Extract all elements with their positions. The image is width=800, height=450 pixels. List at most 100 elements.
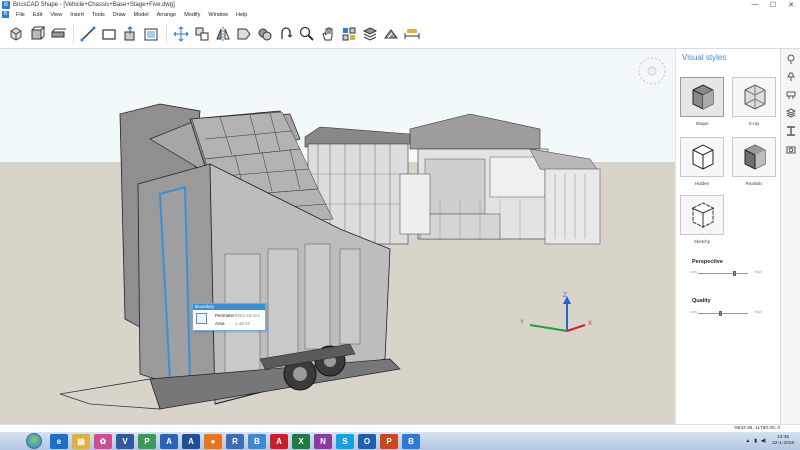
camera-icon[interactable] [785,143,797,155]
window-title: BricsCAD Shape - [Vehicle+Chassis+Base+S… [13,2,175,8]
taskbar-skype-icon[interactable]: S [336,433,354,449]
perspective-low-label: Low [690,270,697,274]
taskbar-explorer-icon[interactable]: ▤ [72,433,90,449]
align-icon[interactable] [234,24,254,44]
boundary-icon [196,313,207,324]
material-icon[interactable] [255,24,275,44]
menu-model[interactable]: Model [130,12,153,18]
taskbar-ie-icon[interactable]: e [50,433,68,449]
cursor-coordinates: -5633.39, 11780.09, 0 [733,426,780,431]
axis-z-label: Z [563,293,567,299]
taskbar-excel-icon[interactable]: X [292,433,310,449]
visual-styles-panel: Visual styles Shape X-ray Hidden Realist… [675,49,780,424]
start-button[interactable] [26,433,42,449]
taskbar-onenote-icon[interactable]: N [314,433,332,449]
maximize-button[interactable]: ☐ [764,1,782,9]
model-viewport[interactable]: Z Y X Boundary Perimeter 8062.43 mm Area… [0,49,675,424]
style-realistic[interactable] [732,137,776,177]
render-icon[interactable] [381,24,401,44]
quality-high-label: High [754,310,762,314]
menu-edit[interactable]: Edit [29,12,46,18]
tray-arrow-icon[interactable]: ▲ [745,439,750,444]
quality-low-label: Low [690,310,697,314]
minimize-button[interactable]: — [746,1,764,9]
lightbulb-icon[interactable] [785,53,797,65]
taskbar-bricscad-icon[interactable]: B [248,433,266,449]
shell-icon[interactable] [141,24,161,44]
status-bar: -5633.39, 11780.09, 0 [0,424,800,432]
mirror-icon[interactable] [213,24,233,44]
pan-icon[interactable] [318,24,338,44]
layers-icon[interactable] [785,107,797,119]
zoom-icon[interactable] [297,24,317,44]
taskbar-settings-icon[interactable]: ✿ [94,433,112,449]
style-hidden[interactable] [680,137,724,177]
panel-sidebar [780,49,800,424]
scene-canvas[interactable]: Z Y X [0,49,675,424]
perspective-slider[interactable] [698,271,748,276]
line-icon[interactable] [78,24,98,44]
taskbar-acrobat-icon[interactable]: A [270,433,288,449]
view-compass [638,57,666,85]
taskbar-apps: e ▤ ✿ V P A A ● R B A X N S O P B [50,433,424,449]
taskbar-powerpoint-icon[interactable]: P [380,433,398,449]
dimension-icon[interactable] [402,24,422,44]
extrude-icon[interactable] [48,24,68,44]
menu-window[interactable]: Window [204,12,232,18]
volume-icon[interactable]: ◀) [761,439,766,444]
app-menu-icon[interactable]: B [2,11,9,18]
menu-file[interactable]: File [12,12,29,18]
menu-bar: B File Edit View Insert Tools Draw Model… [0,10,800,19]
cube-icon[interactable] [27,24,47,44]
layers-icon[interactable] [360,24,380,44]
components-icon[interactable] [339,24,359,44]
push-pull-icon[interactable] [120,24,140,44]
taskbar-bricscad-2-icon[interactable]: B [402,433,420,449]
close-button[interactable]: ✕ [782,1,800,9]
menu-view[interactable]: View [46,12,66,18]
taskbar-autocad-2-icon[interactable]: A [182,433,200,449]
menu-insert[interactable]: Insert [66,12,88,18]
area-label: Area [215,321,225,326]
menu-tools[interactable]: Tools [88,12,109,18]
quality-slider[interactable] [698,311,748,316]
style-xray[interactable] [732,77,776,117]
taskbar-project-icon[interactable]: P [138,433,156,449]
style-shape[interactable] [680,77,724,117]
quality-heading: Quality [692,298,711,304]
taskbar-visio-icon[interactable]: V [116,433,134,449]
taskbar-autocad-icon[interactable]: A [160,433,178,449]
stamp-icon[interactable] [785,89,797,101]
style-sketchy[interactable] [680,195,724,235]
clock-date: 22-1-2018 [772,441,794,446]
box-icon[interactable] [6,24,26,44]
quality-slider-knob[interactable] [719,311,723,316]
menu-draw[interactable]: Draw [109,12,130,18]
toolbar-divider [166,24,167,43]
clock[interactable]: 23:45 22-1-2018 [772,435,794,447]
perimeter-value: 8062.43 mm [235,313,261,318]
move-icon[interactable] [171,24,191,44]
beam-icon[interactable] [785,125,797,137]
style-xray-label: X-ray [748,121,760,126]
main-toolbar [0,19,800,49]
menu-arrange[interactable]: Arrange [153,12,181,18]
network-icon[interactable]: ▮ [754,439,757,444]
orbit-icon[interactable] [276,24,296,44]
perspective-high-label: High [754,270,762,274]
menu-modify[interactable]: Modify [180,12,204,18]
axis-y-label: Y [520,320,524,326]
copy-icon[interactable] [192,24,212,44]
taskbar-firefox-icon[interactable]: ● [204,433,222,449]
taskbar-outlook-icon[interactable]: O [358,433,376,449]
boundary-tooltip: Boundary Perimeter 8062.43 mm Area 1.48 … [192,303,266,331]
taskbar-revit-icon[interactable]: R [226,433,244,449]
rectangle-icon[interactable] [99,24,119,44]
title-bar: B BricsCAD Shape - [Vehicle+Chassis+Base… [0,0,800,10]
tooltip-header: Boundary [193,304,265,310]
windows-taskbar: e ▤ ✿ V P A A ● R B A X N S O P B ▲ ▮ ◀) 23:45 22-1-2018 [0,432,800,450]
perspective-slider-knob[interactable] [733,271,737,276]
style-hidden-label: Hidden [694,181,710,186]
lamp-icon[interactable] [785,71,797,83]
menu-help[interactable]: Help [232,12,251,18]
